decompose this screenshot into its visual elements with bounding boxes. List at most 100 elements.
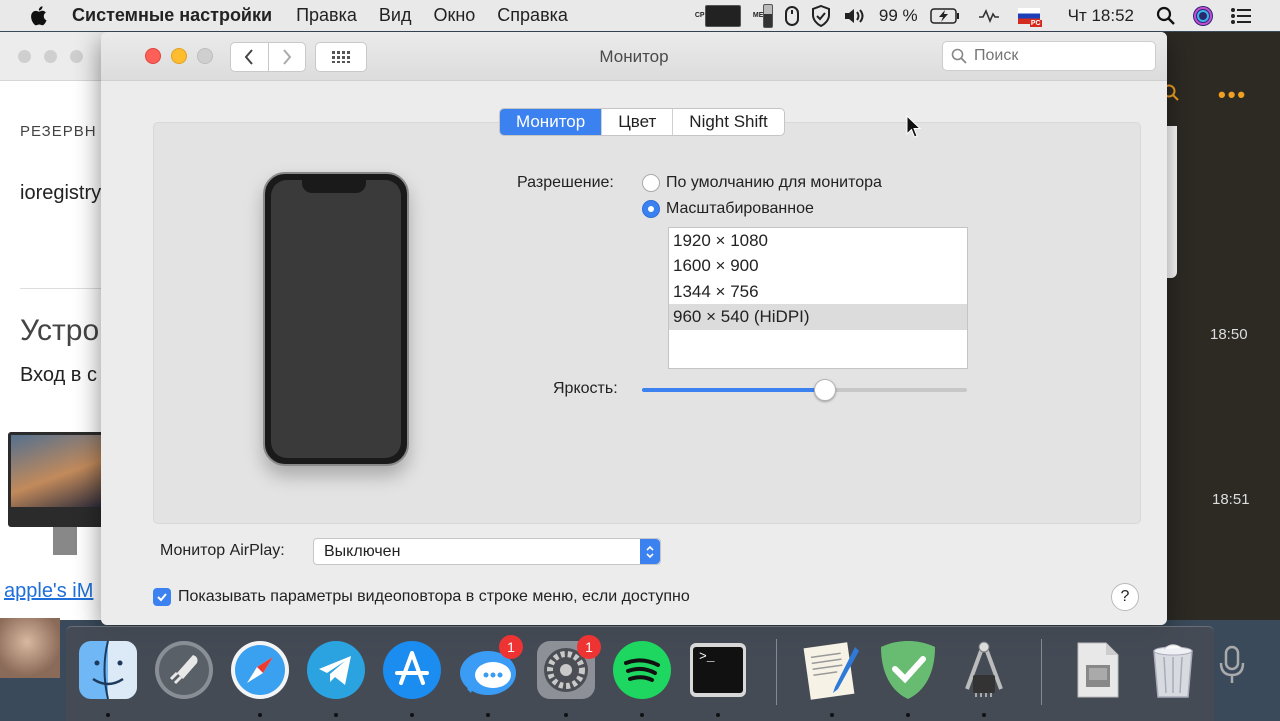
more-icon[interactable]: ••• xyxy=(1218,82,1247,108)
dock-adguard[interactable] xyxy=(877,639,939,701)
rocket-icon xyxy=(155,641,213,699)
brightness-knob[interactable] xyxy=(814,379,836,401)
running-indicator xyxy=(106,713,110,717)
mirroring-label[interactable]: Показывать параметры видеоповтора в стро… xyxy=(178,588,690,606)
dock-safari[interactable] xyxy=(229,639,291,701)
cursor-icon xyxy=(906,115,922,138)
radio-scaled-resolution[interactable] xyxy=(642,200,660,218)
running-indicator xyxy=(334,713,338,717)
dock-system-preferences[interactable]: 1 xyxy=(535,635,601,701)
running-indicator xyxy=(564,713,568,717)
user-photo xyxy=(0,618,60,678)
tab-color[interactable]: Цвет xyxy=(602,109,674,135)
clock[interactable]: Чт 18:52 xyxy=(1068,6,1134,26)
updown-arrows-icon xyxy=(640,539,660,564)
radio-default-resolution[interactable] xyxy=(642,174,660,192)
battery-percent[interactable]: 99 % xyxy=(879,6,918,26)
running-indicator xyxy=(906,713,910,717)
notification-center-icon[interactable] xyxy=(1230,7,1252,25)
bg-zoom-button[interactable] xyxy=(70,50,83,63)
dock-telegram[interactable] xyxy=(305,639,367,701)
dock-file[interactable] xyxy=(1066,639,1128,701)
monitor-preferences-window: Монитор Монитор Цвет Night Shift Разреше… xyxy=(101,32,1167,625)
search-icon xyxy=(951,48,967,64)
compass-icon xyxy=(231,641,289,699)
mouse-icon[interactable] xyxy=(784,5,799,26)
imac-image xyxy=(8,432,108,555)
dock-textedit[interactable] xyxy=(801,639,863,701)
background-messenger-window[interactable]: ••• 18:50 18:51 xyxy=(1160,32,1280,620)
cpu-monitor[interactable]: CPU xyxy=(694,4,741,27)
tab-night-shift[interactable]: Night Shift xyxy=(673,109,783,135)
search-input[interactable] xyxy=(972,46,1146,66)
search-field[interactable] xyxy=(942,41,1156,71)
apple-icon[interactable] xyxy=(26,5,50,26)
resolution-option[interactable]: 1600 × 900 xyxy=(669,253,967,278)
chip-caliper-icon xyxy=(965,641,1003,697)
brightness-slider[interactable] xyxy=(642,379,967,401)
terminal-prompt: >_ xyxy=(699,649,715,664)
message-time: 18:50 xyxy=(1210,326,1248,343)
running-indicator xyxy=(982,713,986,717)
dock-separator xyxy=(1041,639,1042,705)
tab-display[interactable]: Монитор xyxy=(500,109,603,135)
adguard-shield-icon xyxy=(881,641,935,699)
dock-terminal[interactable]: >_ xyxy=(687,639,749,701)
running-indicator xyxy=(716,713,720,717)
running-indicator xyxy=(410,713,414,717)
battery-charging-icon[interactable] xyxy=(929,7,960,24)
mirroring-checkbox[interactable] xyxy=(153,588,171,606)
input-source-badge: PC xyxy=(1029,19,1042,27)
running-indicator xyxy=(486,713,490,717)
volume-icon[interactable] xyxy=(843,7,867,25)
input-source-flag-icon[interactable]: PC xyxy=(1017,7,1042,27)
cpu-label: CPU xyxy=(694,12,710,19)
resolution-option[interactable]: 1920 × 1080 xyxy=(669,228,967,253)
bg-heading: Устро xyxy=(20,314,100,347)
menu-view[interactable]: Вид xyxy=(379,5,412,26)
dock-launchpad[interactable] xyxy=(153,639,215,701)
mem-monitor[interactable]: MEM xyxy=(753,3,773,28)
running-indicator xyxy=(830,713,834,717)
dock-finder[interactable] xyxy=(77,639,139,701)
bg-minimize-button[interactable] xyxy=(44,50,57,63)
bg-link[interactable]: apple's iM xyxy=(4,580,93,603)
tab-bar: Монитор Цвет Night Shift xyxy=(499,108,785,136)
activity-icon[interactable] xyxy=(978,8,1000,23)
airplay-value: Выключен xyxy=(324,542,401,560)
window-titlebar: Монитор xyxy=(101,32,1167,81)
help-button[interactable]: ? xyxy=(1111,583,1139,611)
dock-app-store[interactable] xyxy=(381,639,443,701)
textedit-icon xyxy=(803,642,859,700)
resolution-option[interactable]: 1344 × 756 xyxy=(669,279,967,304)
resolution-list[interactable]: 1920 × 1080 1600 × 900 1344 × 756 960 × … xyxy=(668,227,968,369)
spotlight-search-icon[interactable] xyxy=(1156,6,1176,26)
dock-spotify[interactable] xyxy=(611,639,673,701)
siri-icon[interactable] xyxy=(1192,5,1214,27)
iphone-display-icon xyxy=(263,172,409,466)
scaled-resolution-label[interactable]: Масштабированное xyxy=(666,200,814,218)
menu-edit[interactable]: Правка xyxy=(296,5,357,26)
finder-icon xyxy=(79,640,137,700)
menu-help[interactable]: Справка xyxy=(497,5,568,26)
app-menu[interactable]: Системные настройки xyxy=(72,5,272,26)
dock-separator xyxy=(776,639,777,705)
telegram-icon xyxy=(307,641,365,699)
airplay-select[interactable]: Выключен xyxy=(313,538,661,565)
cpu-meter-icon xyxy=(704,4,741,27)
airplay-label: Монитор AirPlay: xyxy=(160,542,285,559)
app-store-icon xyxy=(383,641,441,699)
microphone-icon[interactable] xyxy=(1218,645,1246,685)
dock-messages[interactable]: 1 xyxy=(457,635,523,701)
menu-window[interactable]: Окно xyxy=(433,5,475,26)
dock-trash[interactable] xyxy=(1142,639,1204,701)
brightness-fill xyxy=(642,388,824,392)
mem-meter-icon xyxy=(762,3,773,28)
running-indicator xyxy=(258,713,262,717)
terminal-icon xyxy=(690,643,746,697)
dock-system-information[interactable] xyxy=(953,639,1015,701)
shield-icon[interactable] xyxy=(811,4,831,27)
default-resolution-label[interactable]: По умолчанию для монитора xyxy=(666,174,882,192)
resolution-option-selected[interactable]: 960 × 540 (HiDPI) xyxy=(669,304,967,330)
bg-close-button[interactable] xyxy=(18,50,31,63)
